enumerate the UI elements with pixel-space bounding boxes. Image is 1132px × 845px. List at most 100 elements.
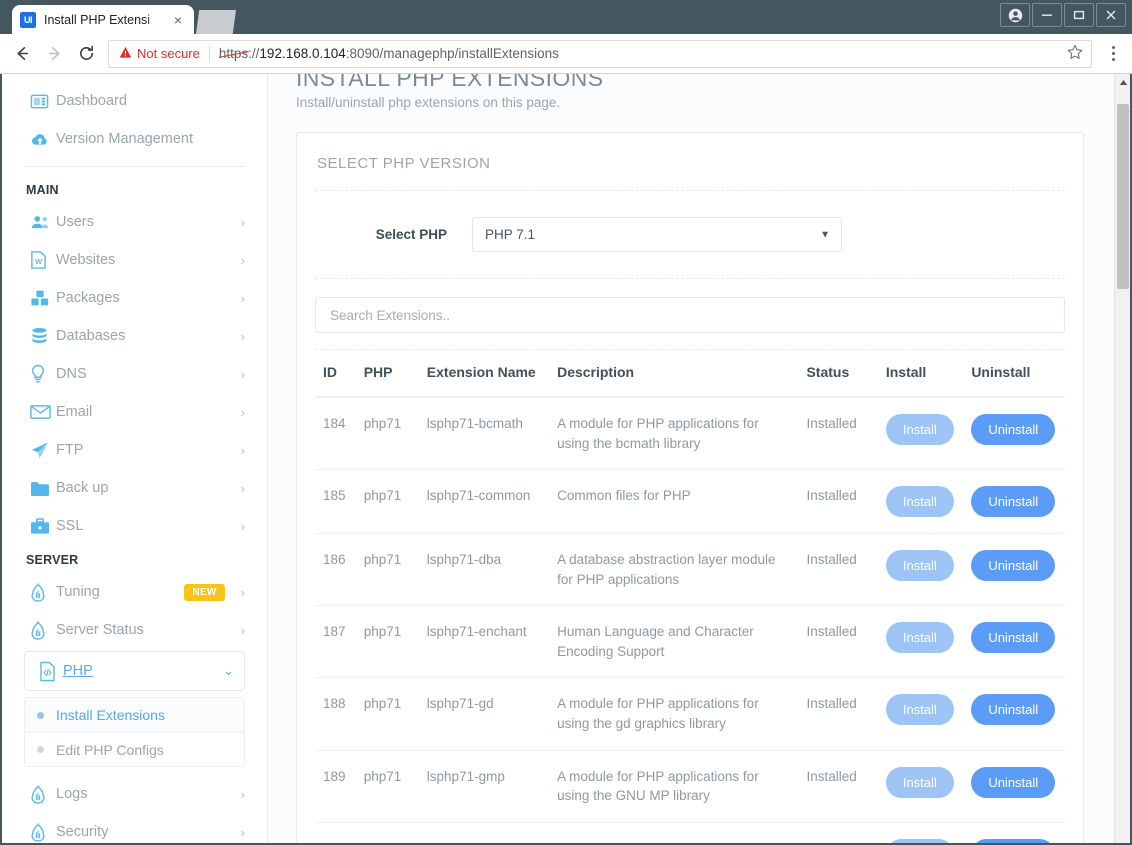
bookmark-star-icon[interactable]: [1067, 44, 1083, 63]
sidebar-item-server-status[interactable]: Server Status ›: [2, 611, 267, 649]
sidebar-section-main: MAIN: [26, 183, 59, 197]
uninstall-button[interactable]: Uninstall: [971, 766, 1056, 798]
close-button[interactable]: [1096, 3, 1126, 27]
profile-icon[interactable]: [1000, 3, 1030, 27]
sidebar-item-websites[interactable]: W Websites ›: [2, 241, 267, 279]
uninstall-button[interactable]: Uninstall: [971, 486, 1056, 518]
uninstall-button[interactable]: Uninstall: [971, 550, 1056, 582]
row-extension-name: lsphp71-enchant: [418, 605, 550, 679]
paper-plane-icon: [30, 441, 56, 460]
chevron-right-icon: ›: [240, 252, 245, 268]
install-button[interactable]: Install: [885, 838, 954, 843]
minimize-button[interactable]: [1032, 3, 1062, 27]
back-button[interactable]: [8, 40, 36, 68]
page-scrollbar[interactable]: [1114, 74, 1130, 843]
php-submenu: Install Extensions Edit PHP Configs: [24, 697, 245, 767]
sidebar-item-logs[interactable]: Logs ›: [2, 775, 267, 813]
window-controls: [1000, 3, 1126, 27]
select-php-label: Select PHP: [375, 227, 447, 242]
sidebar-item-tuning[interactable]: Tuning NEW ›: [2, 573, 267, 611]
select-php-wrapper: PHP 7.1 ▼: [472, 217, 842, 252]
browser-menu-icon[interactable]: [1102, 46, 1124, 61]
sidebar-item-php[interactable]: PHP ⌄: [24, 651, 245, 691]
table-body: 184 php71 lsphp71-bcmath A module for PHP a…: [315, 397, 1065, 843]
address-bar[interactable]: Not secure https://192.168.0.104:8090/ma…: [108, 39, 1092, 68]
row-extension-name: lsphp71-common: [418, 469, 550, 535]
page-subtitle: Install/uninstall php extensions on this…: [296, 95, 561, 110]
php-version-select[interactable]: PHP 7.1: [472, 217, 842, 252]
install-button[interactable]: Install: [885, 486, 954, 518]
install-cell: Install: [877, 469, 964, 535]
browser-tab[interactable]: UI Install PHP Extensi ×: [12, 5, 194, 34]
tab-favicon-icon: UI: [20, 11, 36, 28]
row-extension-name: lsphp71-gmp: [418, 750, 550, 823]
maximize-button[interactable]: [1064, 3, 1094, 27]
sidebar-subitem-label: Edit PHP Configs: [56, 741, 164, 758]
page-title: INSTALL PHP EXTENSIONS: [296, 74, 604, 91]
row-php: php71: [355, 677, 419, 751]
sidebar-item-backup[interactable]: Back up ›: [2, 469, 267, 507]
sidebar-item-packages[interactable]: Packages ›: [2, 279, 267, 317]
install-cell: Install: [877, 605, 964, 679]
sidebar-item-security[interactable]: Security ›: [2, 813, 267, 843]
reload-button[interactable]: [72, 40, 100, 68]
chevron-right-icon: ›: [240, 518, 245, 534]
sidebar-item-label: Tuning: [56, 584, 100, 600]
column-header-uninstall: Uninstall: [963, 350, 1065, 398]
sidebar-item-email[interactable]: Email ›: [2, 393, 267, 431]
scrollbar-thumb[interactable]: [1117, 104, 1129, 289]
install-cell: Install: [877, 533, 964, 607]
browser-titlebar: UI Install PHP Extensi ×: [0, 0, 1132, 34]
install-button[interactable]: Install: [885, 550, 954, 582]
chevron-right-icon: ›: [240, 786, 245, 802]
sidebar-item-dns[interactable]: DNS ›: [2, 355, 267, 393]
uninstall-button[interactable]: Uninstall: [971, 414, 1056, 445]
sidebar-item-label: Logs: [56, 786, 88, 802]
sidebar-item-ftp[interactable]: FTP ›: [2, 431, 267, 469]
row-php: php71: [355, 822, 419, 843]
tab-close-icon[interactable]: ×: [170, 13, 186, 27]
status-badge: NEW: [184, 583, 225, 601]
sidebar-item-users[interactable]: Users ›: [2, 203, 267, 241]
cloud-upload-icon: [30, 130, 56, 149]
main-content: INSTALL PHP EXTENSIONS Install/uninstall…: [268, 74, 1114, 843]
database-icon: [30, 327, 56, 346]
column-header-php: PHP: [355, 350, 419, 398]
sidebar-item-label: Version Management: [56, 131, 194, 147]
install-cell: Install: [877, 822, 964, 843]
scroll-up-arrow-icon[interactable]: [1115, 74, 1130, 90]
install-cell: Install: [877, 750, 964, 823]
install-button[interactable]: Install: [885, 766, 954, 798]
browser-viewport: Dashboard Version Management MAIN Users …: [0, 74, 1132, 845]
sidebar-item-dashboard[interactable]: Dashboard: [2, 82, 267, 120]
install-button[interactable]: Install: [885, 414, 954, 445]
sidebar-item-version-management[interactable]: Version Management: [2, 120, 267, 158]
folder-icon: [30, 480, 56, 497]
forward-button[interactable]: [40, 40, 68, 68]
browser-window: UI Install PHP Extensi × Not secure http…: [0, 0, 1132, 845]
sidebar-item-ssl[interactable]: SSL ›: [2, 507, 267, 545]
sidebar-item-install-extensions[interactable]: Install Extensions: [25, 698, 244, 732]
new-tab-button[interactable]: [196, 10, 236, 34]
tab-title: Install PHP Extensi: [44, 12, 151, 27]
bulb-icon: [30, 364, 56, 384]
install-button[interactable]: Install: [885, 694, 954, 726]
sidebar-item-edit-php-configs[interactable]: Edit PHP Configs: [25, 732, 244, 766]
card-title: SELECT PHP VERSION: [317, 155, 491, 172]
row-extension-name: lsphp71-bcmath: [418, 397, 550, 471]
sidebar-item-label: Websites: [56, 252, 116, 268]
column-header-install: Install: [877, 350, 964, 398]
uninstall-button[interactable]: Uninstall: [971, 622, 1056, 654]
row-id: 186: [315, 533, 356, 607]
install-button[interactable]: Install: [885, 622, 954, 654]
sidebar-item-databases[interactable]: Databases ›: [2, 317, 267, 355]
uninstall-button[interactable]: Uninstall: [971, 694, 1056, 726]
users-icon: [30, 214, 56, 230]
table-row: 190php71lsphp71-imapA module for PHP app…: [315, 822, 1065, 843]
sidebar-item-label: Email: [56, 404, 93, 420]
uninstall-button[interactable]: Uninstall: [971, 838, 1056, 843]
uninstall-cell: Uninstall: [963, 533, 1065, 607]
table-row: 189 php71 lsphp71-gmp A module for PHP appl…: [315, 750, 1065, 823]
row-status: Installed: [798, 822, 878, 843]
search-extensions-input[interactable]: [315, 297, 1065, 333]
